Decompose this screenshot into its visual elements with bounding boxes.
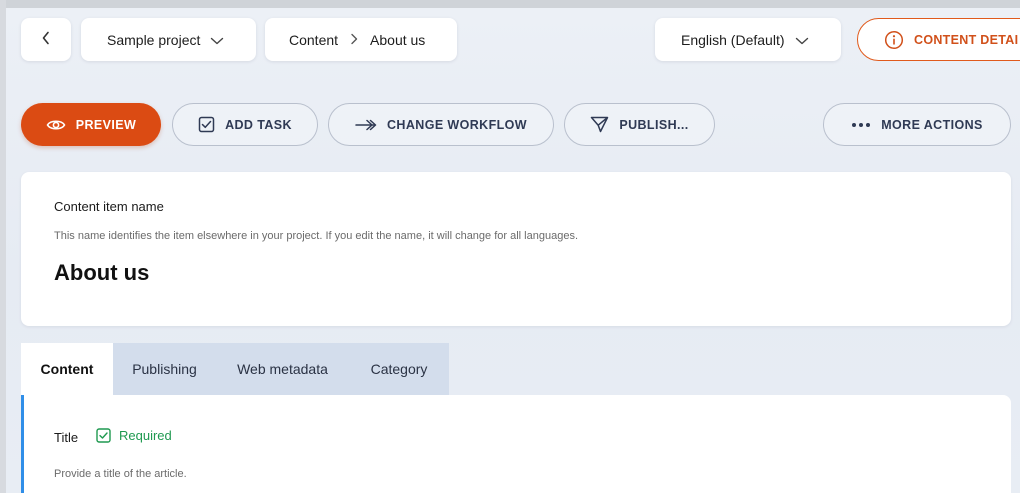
window-frame-left [0,0,6,493]
info-icon [884,30,904,50]
required-label: Required [119,428,172,443]
language-label: English (Default) [681,31,785,48]
breadcrumb-item-content[interactable]: Content [289,32,338,48]
content-item-name-card: Content item name This name identifies t… [21,172,1011,326]
checkbox-icon [96,428,111,443]
content-details-label: CONTENT DETAI [914,32,1019,47]
tab-category[interactable]: Category [349,343,449,395]
title-field-label: Title [54,430,79,445]
tab-publishing[interactable]: Publishing [113,343,216,395]
publish-label: PUBLISH... [619,117,689,132]
publish-button[interactable]: PUBLISH... [564,103,715,146]
chevron-left-icon [41,31,51,48]
content-item-name-description: This name identifies the item elsewhere … [54,230,578,242]
chevron-down-icon [210,32,224,48]
preview-label: PREVIEW [75,117,137,132]
more-actions-label: MORE ACTIONS [881,117,983,132]
window-frame-top [0,0,1020,8]
change-workflow-button[interactable]: CHANGE WORKFLOW [328,103,554,146]
tab-content[interactable]: Content [21,343,113,395]
content-item-name-input[interactable]: About us [54,260,149,286]
project-name: Sample project [107,31,201,48]
breadcrumb: Content About us [265,18,457,61]
title-field-description: Provide a title of the article. [54,468,187,480]
eye-icon [46,118,66,132]
project-selector[interactable]: Sample project [81,18,256,61]
add-task-button[interactable]: ADD TASK [172,103,318,146]
tab-web-metadata[interactable]: Web metadata [216,343,349,395]
tab-bar: Content Publishing Web metadata Category [21,343,449,395]
back-button[interactable] [21,18,71,61]
checkbox-icon [198,116,215,133]
arrow-right-icon [355,119,377,131]
content-details-button[interactable]: CONTENT DETAI [857,18,1020,61]
change-workflow-label: CHANGE WORKFLOW [386,117,527,132]
ellipsis-icon [851,122,871,128]
breadcrumb-item-current: About us [370,31,426,48]
language-selector[interactable]: English (Default) [655,18,841,61]
add-task-label: ADD TASK [225,117,292,132]
preview-button[interactable]: PREVIEW [21,103,161,146]
content-item-name-label: Content item name [54,199,164,214]
focus-indicator [21,395,24,493]
more-actions-button[interactable]: MORE ACTIONS [823,103,1011,146]
chevron-right-icon [350,32,358,48]
send-icon [590,116,609,133]
required-badge: Required [96,428,172,443]
chevron-down-icon [795,32,809,48]
content-element-card: Title Required Provide a title of the ar… [21,395,1011,493]
